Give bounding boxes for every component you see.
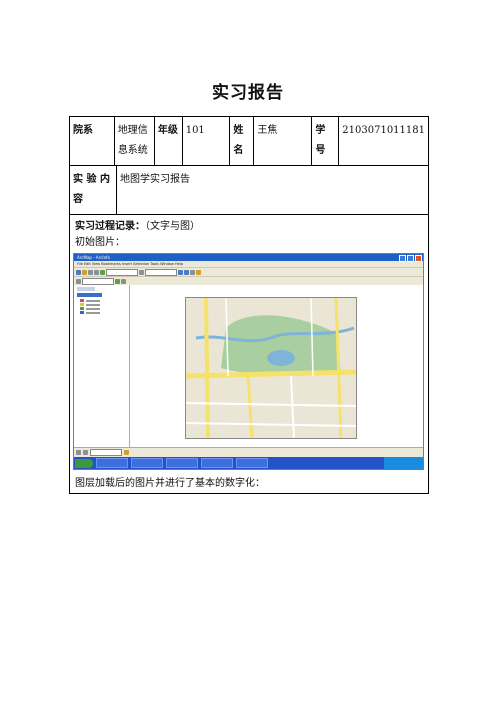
taskbar-item xyxy=(166,458,198,468)
system-tray xyxy=(384,457,423,469)
dept-value: 地理信息系统 xyxy=(115,117,155,165)
name-value: 王焦 xyxy=(254,117,313,165)
grade-label: 年级 xyxy=(155,117,183,165)
process-hint: （文字与图） xyxy=(145,221,200,232)
editor-icon xyxy=(139,269,144,275)
process-cell: 实习过程记录：（文字与图） 初始图片： ArcMap - ArcInfo Fil… xyxy=(70,215,428,493)
screenshot-statusbar xyxy=(74,447,423,456)
initial-caption: 初始图片： xyxy=(75,237,125,248)
open-icon xyxy=(82,269,87,275)
id-label: 学号 xyxy=(312,117,340,165)
draw-icon xyxy=(76,449,81,455)
text-color-icon xyxy=(124,449,129,455)
new-icon xyxy=(76,269,81,275)
georef-icon xyxy=(115,278,120,284)
scale-field xyxy=(106,268,138,276)
toc-item xyxy=(80,299,123,302)
window-buttons xyxy=(399,255,422,262)
map-graphic xyxy=(185,297,357,439)
save-icon xyxy=(88,269,93,275)
grade-value: 101 xyxy=(183,117,231,165)
arrow-icon xyxy=(83,449,88,455)
add-data-icon xyxy=(100,269,105,275)
screenshot-toolbar-2 xyxy=(74,276,423,285)
info-row: 院系 地理信息系统 年级 101 姓名 王焦 学号 2103071011181 xyxy=(70,117,428,166)
process-heading: 实习过程记录：（文字与图） xyxy=(75,219,423,235)
taskbar-item xyxy=(96,458,128,468)
zoom-out-icon xyxy=(184,269,189,275)
font-field xyxy=(90,448,122,456)
screenshot-titlebar: ArcMap - ArcInfo xyxy=(74,254,423,261)
layer-field xyxy=(82,277,114,285)
taskbar-item xyxy=(131,458,163,468)
report-title: 实习报告 xyxy=(212,83,284,103)
measure-icon xyxy=(121,278,126,284)
scanned-map-image xyxy=(185,297,357,439)
toc-layer-selected xyxy=(77,293,102,297)
name-label: 姓名 xyxy=(230,117,255,165)
arcmap-screenshot: ArcMap - ArcInfo File Edit View Bookmark… xyxy=(73,253,424,470)
identify-icon xyxy=(196,269,201,275)
process-label: 实习过程记录： xyxy=(75,221,145,232)
after-caption: 图层加载后的图片并进行了基本的数字化： xyxy=(75,478,265,489)
dept-label: 院系 xyxy=(70,117,115,165)
zoom-in-icon xyxy=(178,269,183,275)
table-of-contents xyxy=(74,285,130,447)
start-button-icon xyxy=(75,458,93,468)
toc-layers xyxy=(77,287,95,291)
task-field xyxy=(145,268,177,276)
print-icon xyxy=(94,269,99,275)
map-view xyxy=(130,285,423,447)
report-table: 院系 地理信息系统 年级 101 姓名 王焦 学号 2103071011181 … xyxy=(69,116,429,494)
process-row: 实习过程记录：（文字与图） 初始图片： ArcMap - ArcInfo Fil… xyxy=(70,215,428,493)
windows-taskbar xyxy=(74,457,423,469)
toc-item xyxy=(80,303,123,306)
taskbar-item xyxy=(201,458,233,468)
maximize-icon xyxy=(407,255,414,262)
toc-item xyxy=(80,311,123,314)
screenshot-toolbar-1 xyxy=(74,267,423,276)
minimize-icon xyxy=(399,255,406,262)
id-value: 2103071011181 xyxy=(342,125,425,136)
close-icon xyxy=(415,255,422,262)
content-row: 实 验 内 容 地图学实习报告 xyxy=(70,166,428,215)
content-label: 实 验 内 容 xyxy=(70,166,117,214)
taskbar-item xyxy=(236,458,268,468)
toc-item xyxy=(80,307,123,310)
content-value: 地图学实习报告 xyxy=(120,174,190,185)
select-icon xyxy=(76,278,81,284)
screenshot-workarea xyxy=(74,285,423,447)
pan-icon xyxy=(190,269,195,275)
